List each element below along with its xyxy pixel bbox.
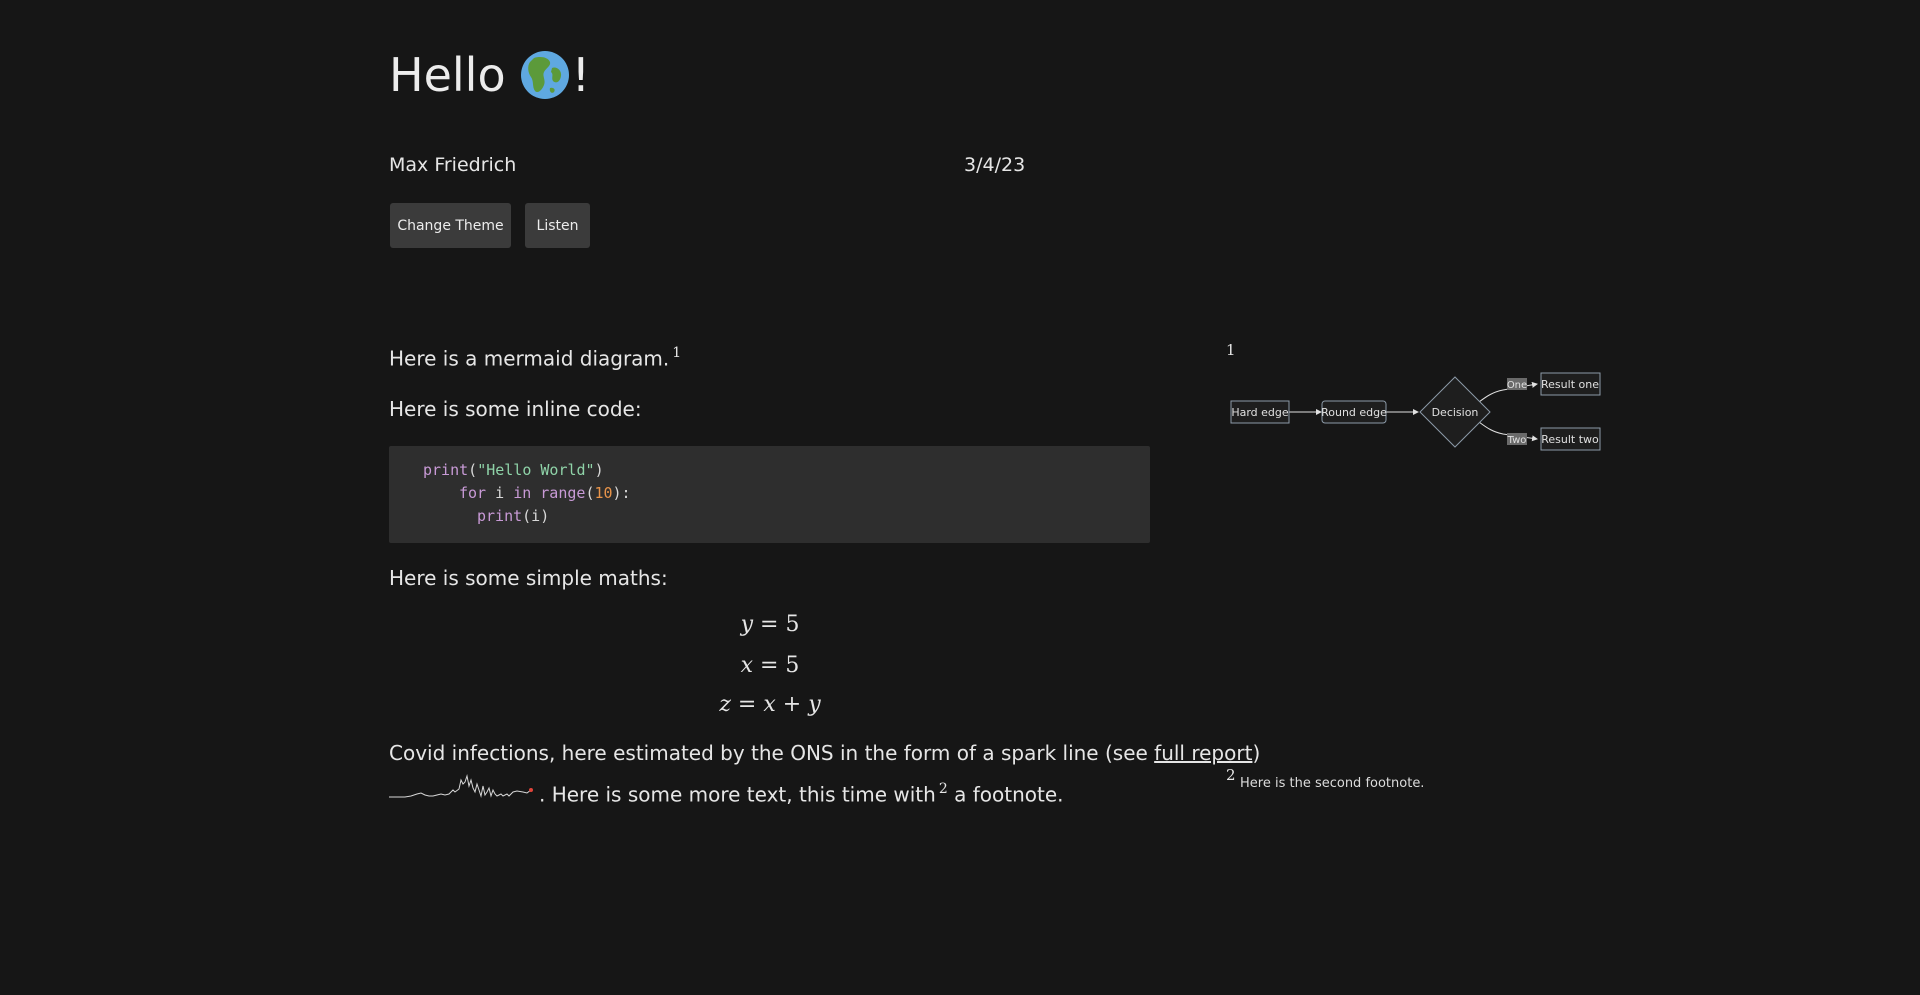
mermaid-intro-text: Here is a mermaid diagram.: [389, 346, 670, 371]
sidenote-1-number: 1: [1226, 341, 1236, 359]
title-text: Hello: [389, 48, 506, 102]
covid-text-end: ): [1252, 741, 1261, 765]
sparkline-end-marker: [529, 788, 533, 792]
title-suffix: !: [571, 48, 591, 102]
node-result-two-label: Result two: [1541, 433, 1599, 446]
mermaid-diagram: Hard edge Round edge Decision Result one…: [1230, 372, 1601, 451]
equation-2: x = 5: [740, 653, 800, 678]
sidenote-2-number: 2: [1226, 766, 1236, 784]
equation-3: z = x + y: [719, 692, 821, 717]
node-round-edge-label: Round edge: [1321, 406, 1387, 419]
more-text-paragraph: . Here is some more text, this time with…: [539, 781, 1064, 806]
node-decision-label: Decision: [1432, 406, 1479, 419]
more-text: . Here is some more text, this time with: [539, 782, 936, 807]
change-theme-button[interactable]: Change Theme: [390, 203, 511, 248]
code-block: print("Hello World") for i in range(10):…: [389, 446, 1150, 543]
node-decision: Decision: [1419, 376, 1491, 448]
earth-globe-icon: [520, 51, 569, 99]
code-line-2: for i in range(10):: [459, 484, 631, 502]
mermaid-intro-paragraph: Here is a mermaid diagram. 1: [389, 345, 681, 370]
code-line-3: print(i): [477, 507, 550, 525]
covid-sparkline: [389, 774, 533, 798]
more-text-end: a footnote.: [947, 782, 1064, 807]
publish-date: 3/4/23: [964, 154, 1026, 176]
node-result-one: Result one: [1540, 372, 1601, 396]
node-hard-edge: Hard edge: [1230, 400, 1290, 424]
edge-label-two: Two: [1507, 433, 1527, 446]
inline-code-intro: Here is some inline code:: [389, 397, 642, 421]
covid-text: Covid infections, here estimated by the …: [389, 741, 1155, 765]
equation-1: y = 5: [740, 612, 800, 637]
page-title: Hello !: [389, 50, 590, 100]
covid-paragraph: Covid infections, here estimated by the …: [389, 741, 1260, 765]
author-name: Max Friedrich: [389, 154, 517, 176]
node-round-edge: Round edge: [1321, 400, 1387, 424]
edge-label-one-text: One: [1507, 380, 1527, 391]
edge-label-one: One: [1507, 378, 1527, 391]
listen-button[interactable]: Listen: [525, 203, 590, 248]
code-line-1: print("Hello World"): [423, 461, 604, 479]
sidenote-2-text: Here is the second footnote.: [1240, 776, 1425, 791]
footnote-2-marker[interactable]: 2: [939, 781, 948, 797]
footnote-1-marker[interactable]: 1: [672, 345, 681, 361]
edge-label-two-text: Two: [1507, 435, 1527, 446]
full-report-link[interactable]: full report: [1154, 741, 1252, 765]
maths-intro: Here is some simple maths:: [389, 566, 668, 590]
node-result-two: Result two: [1540, 427, 1601, 451]
node-result-one-label: Result one: [1541, 378, 1599, 391]
node-hard-edge-label: Hard edge: [1231, 406, 1289, 419]
